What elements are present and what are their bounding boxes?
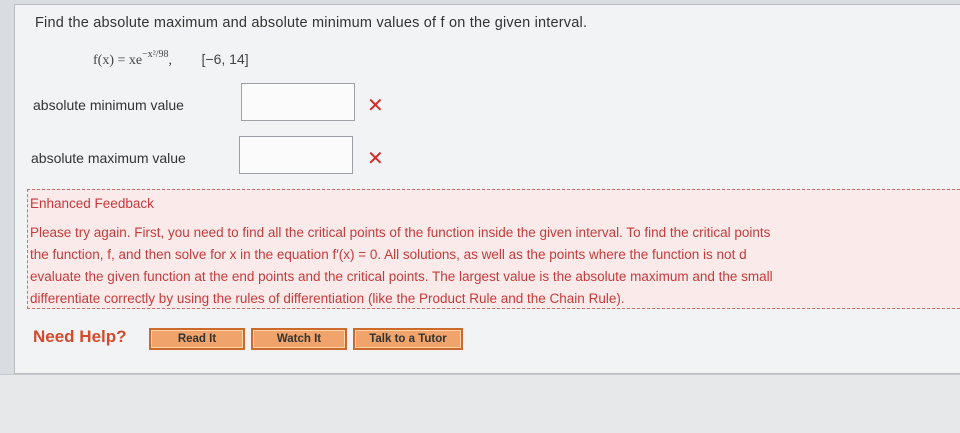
enhanced-feedback: Enhanced Feedback Please try again. Firs… [27, 189, 960, 309]
bottom-area [0, 374, 960, 433]
talk-to-tutor-button[interactable]: Talk to a Tutor [353, 328, 463, 350]
close-icon: ✕ [367, 93, 384, 117]
feedback-line: the function, f, and then solve for x in… [30, 247, 747, 262]
close-icon: ✕ [367, 146, 384, 170]
watch-it-button[interactable]: Watch It [251, 328, 347, 350]
function-definition: f(x) = xe−x²/98, [−6, 14] [93, 49, 249, 69]
feedback-line: differentiate correctly by using the rul… [30, 291, 625, 306]
question-prompt: Find the absolute maximum and absolute m… [35, 15, 588, 31]
function-lhs: f(x) = xe [93, 53, 143, 68]
read-it-button[interactable]: Read It [149, 328, 245, 350]
feedback-title: Enhanced Feedback [30, 196, 154, 211]
function-comma: , [168, 53, 173, 68]
max-answer-input[interactable] [239, 136, 353, 174]
feedback-line: evaluate the given function at the end p… [30, 269, 773, 284]
min-answer-input[interactable] [241, 83, 355, 121]
max-label: absolute maximum value [31, 150, 186, 166]
feedback-line: Please try again. First, you need to fin… [30, 225, 771, 240]
question-panel: Find the absolute maximum and absolute m… [14, 4, 960, 374]
function-exponent: −x²/98 [142, 49, 169, 60]
interval: [−6, 14] [201, 51, 249, 67]
feedback-text: Please try again. First, you need to fin… [30, 222, 960, 310]
need-help-label: Need Help? [33, 327, 127, 346]
min-label: absolute minimum value [33, 97, 184, 113]
